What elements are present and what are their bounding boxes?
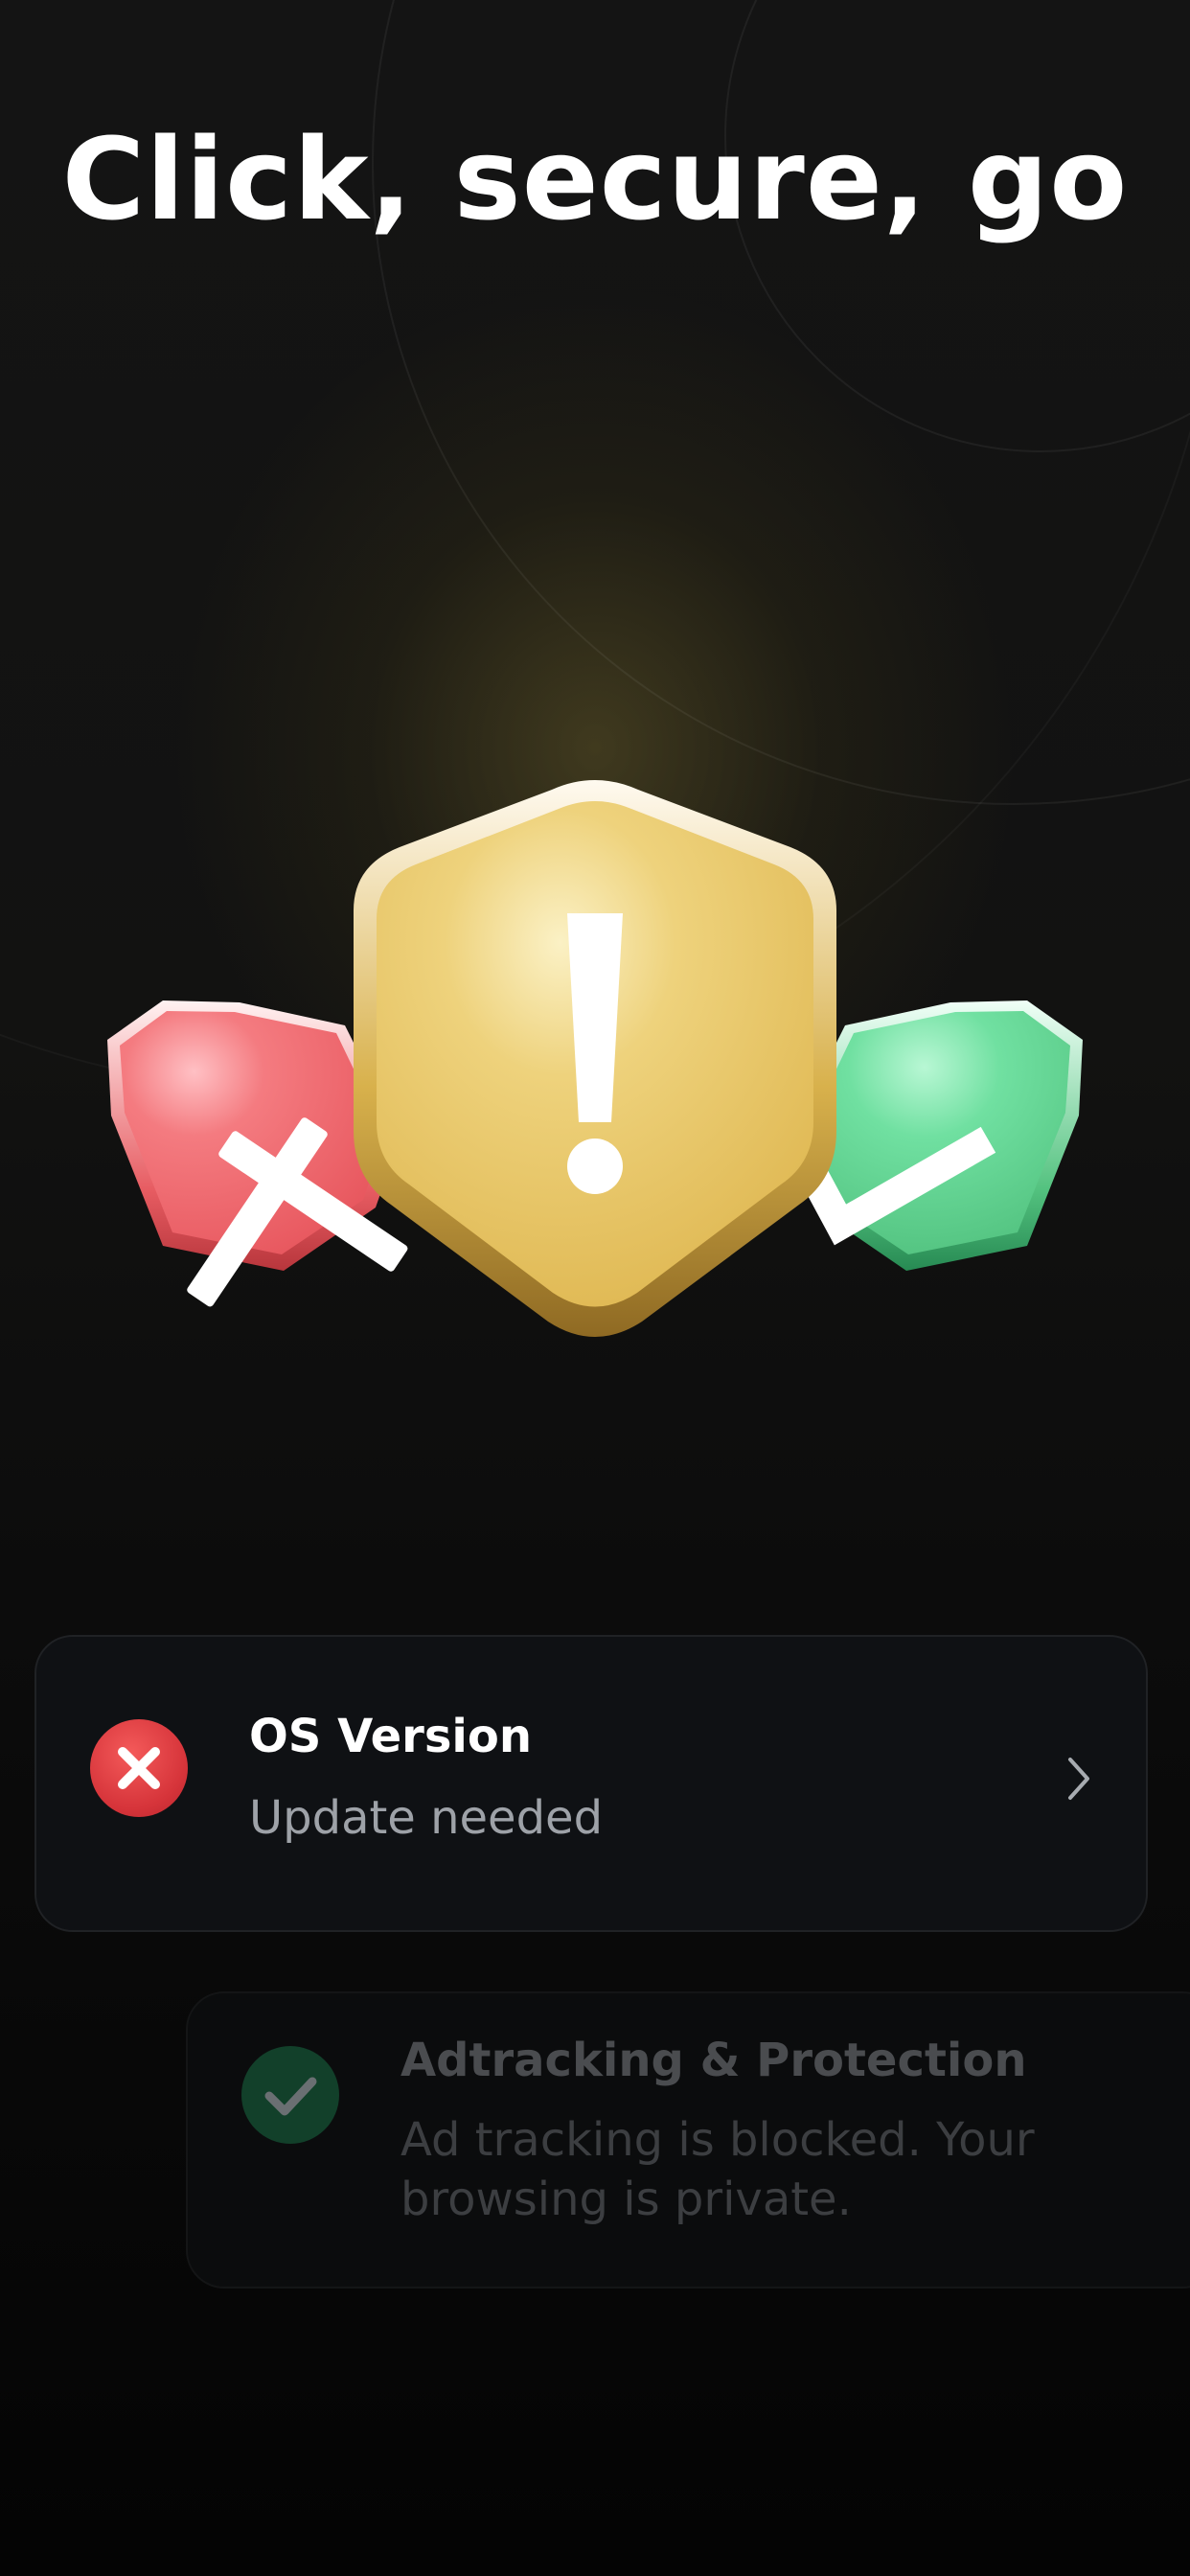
- check-circle-icon: [241, 2046, 339, 2144]
- screen: Click, secure, go OS Version Update need…: [0, 0, 1190, 2576]
- chevron-right-icon[interactable]: [1060, 1752, 1098, 1806]
- card-status-text: Update needed: [249, 1791, 604, 1845]
- card-title: OS Version: [249, 1710, 533, 1763]
- card-status-text: Ad tracking is blocked. Your browsing is…: [400, 2113, 1035, 2226]
- security-shields-illustration: [107, 780, 1083, 1337]
- os-version-card[interactable]: OS Version Update needed: [34, 1635, 1148, 1932]
- x-circle-icon: [90, 1719, 188, 1817]
- hero-title: Click, secure, go: [61, 113, 1129, 245]
- card-title: Adtracking & Protection: [400, 2034, 1027, 2087]
- exclamation-shield-icon: [354, 780, 836, 1337]
- adtracking-protection-card[interactable]: Adtracking & Protection Ad tracking is b…: [186, 1991, 1190, 2288]
